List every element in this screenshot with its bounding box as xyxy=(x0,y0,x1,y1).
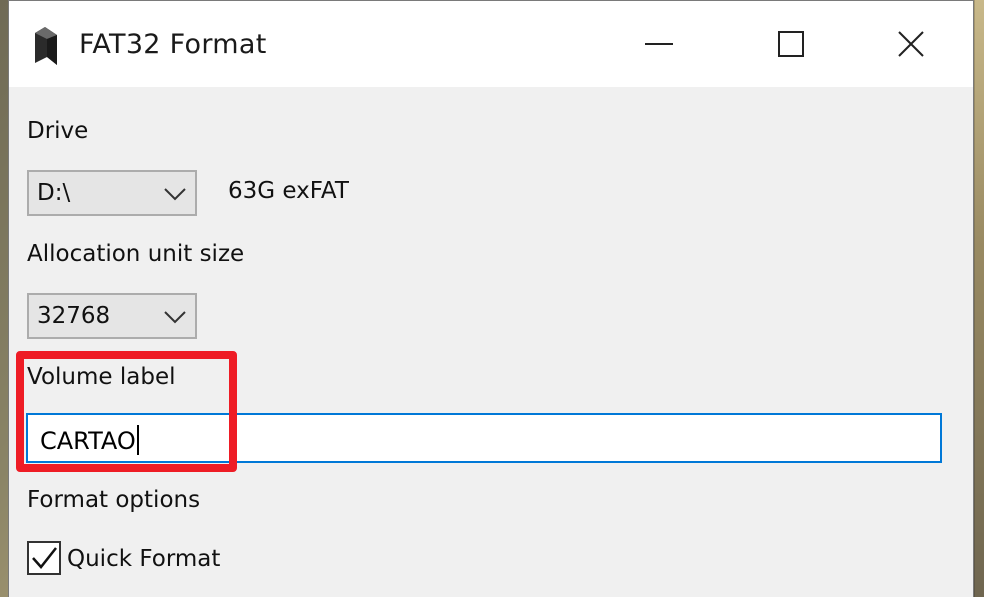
maximize-button[interactable] xyxy=(731,1,851,87)
drive-select-value: D:\ xyxy=(37,180,71,206)
app-icon xyxy=(35,27,57,65)
chevron-down-icon xyxy=(164,311,186,324)
window-title: FAT32 Format xyxy=(79,29,267,60)
title-bar[interactable]: FAT32 Format xyxy=(9,1,973,87)
allocation-unit-select[interactable]: 32768 xyxy=(27,293,197,339)
minimize-icon xyxy=(645,43,673,45)
allocation-unit-value: 32768 xyxy=(37,303,111,329)
quick-format-checkbox[interactable] xyxy=(27,541,61,575)
minimize-button[interactable] xyxy=(599,1,719,87)
drive-label: Drive xyxy=(27,118,89,144)
text-caret xyxy=(136,425,139,455)
volume-label-input[interactable]: CARTAO xyxy=(26,413,942,463)
volume-label-value: CARTAO xyxy=(40,425,139,455)
chevron-down-icon xyxy=(164,188,186,201)
drive-select[interactable]: D:\ xyxy=(27,170,197,216)
maximize-icon xyxy=(778,31,804,57)
format-options-label: Format options xyxy=(27,487,201,513)
fat32-format-window: FAT32 Format Drive D:\ 63G exFAT Allocat… xyxy=(8,0,974,597)
volume-label-label: Volume label xyxy=(27,364,176,390)
close-icon xyxy=(898,31,924,57)
close-button[interactable] xyxy=(851,1,971,87)
allocation-unit-label: Allocation unit size xyxy=(27,241,245,267)
desktop-background xyxy=(975,0,984,597)
drive-info: 63G exFAT xyxy=(228,178,349,204)
quick-format-label[interactable]: Quick Format xyxy=(67,546,220,572)
checkmark-icon xyxy=(32,547,57,569)
